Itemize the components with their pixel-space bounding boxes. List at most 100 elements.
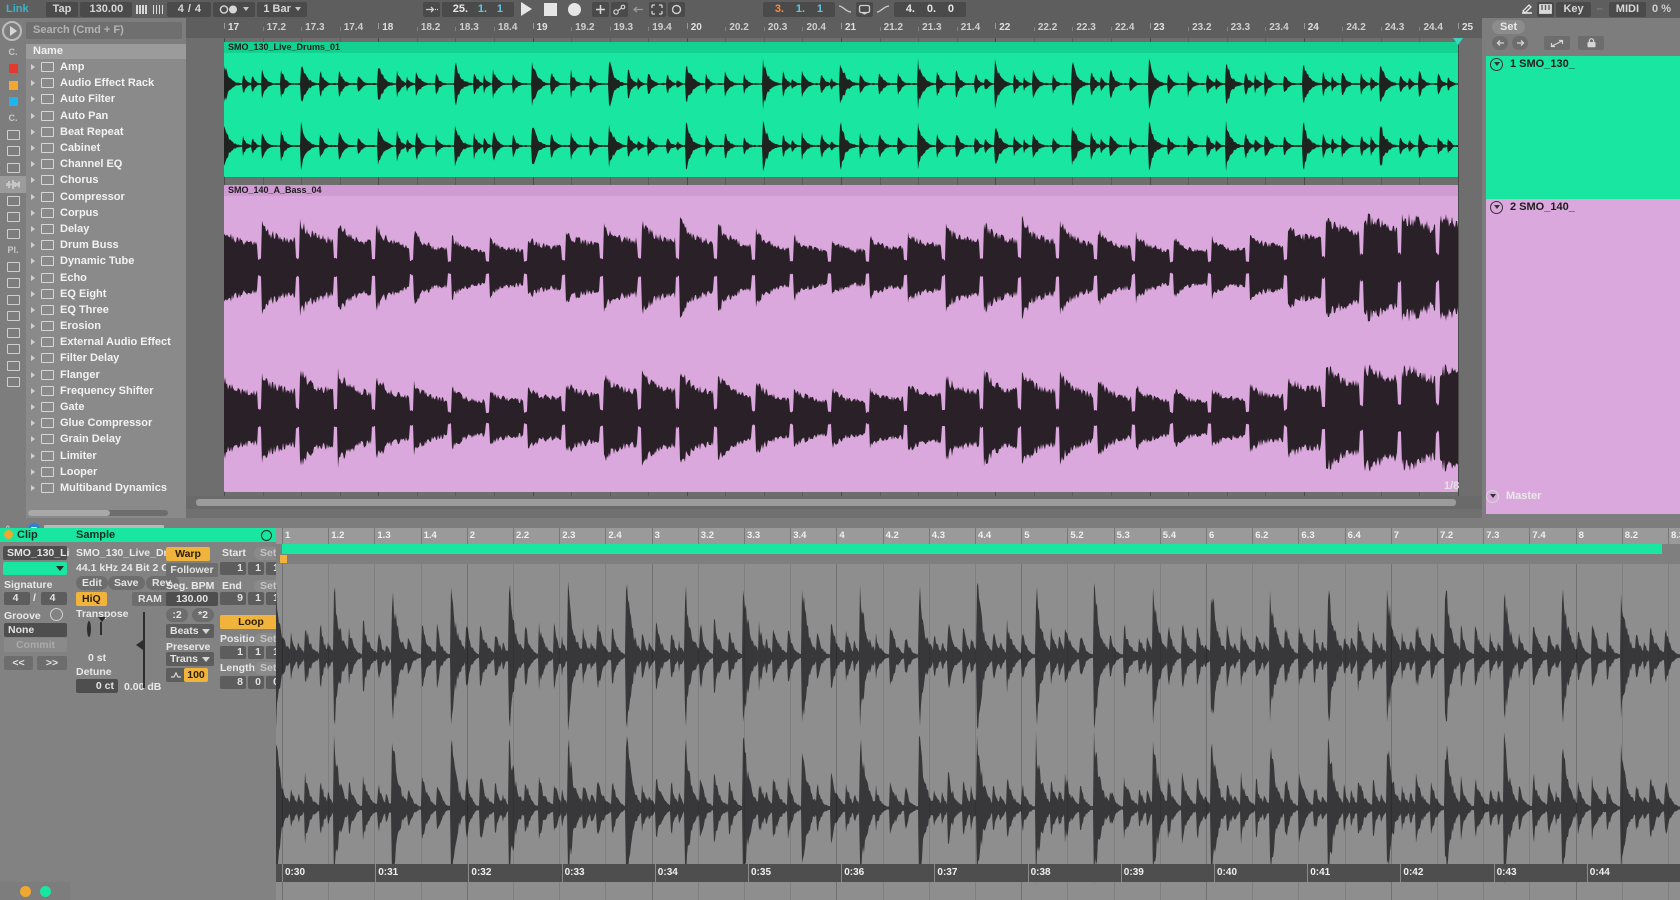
add-folder-icon[interactable] bbox=[0, 374, 26, 391]
browser-item-corpus[interactable]: Corpus bbox=[26, 205, 186, 221]
browser-item-external-audio-effect[interactable]: External Audio Effect bbox=[26, 334, 186, 350]
link-button[interactable]: Link bbox=[0, 1, 35, 17]
expand-arrow-icon[interactable] bbox=[31, 371, 35, 378]
folder-icon-2[interactable] bbox=[0, 325, 26, 342]
prev-groove-button[interactable]: << bbox=[4, 656, 33, 670]
end-beats[interactable]: 1 bbox=[248, 592, 264, 605]
arrangement-position[interactable]: 25. 1. 1 bbox=[441, 1, 514, 17]
user-library-icon[interactable] bbox=[0, 275, 26, 292]
lock-icon[interactable] bbox=[1578, 36, 1604, 50]
track-1-header-row[interactable]: 1 SMO_130_ bbox=[1486, 56, 1680, 72]
loop-start-field[interactable]: 3. 1. 1 bbox=[762, 1, 835, 17]
browser-item-filter-delay[interactable]: Filter Delay bbox=[26, 350, 186, 366]
metronome-icon[interactable] bbox=[133, 2, 150, 17]
detune-value[interactable]: 0 ct bbox=[76, 679, 118, 693]
plus-capture-icon[interactable] bbox=[591, 1, 609, 17]
sample-file-name[interactable]: SMO_130_Live_Dru bbox=[76, 547, 174, 559]
browser-item-audio-effect-rack[interactable]: Audio Effect Rack bbox=[26, 75, 186, 91]
audio-effects-icon[interactable] bbox=[0, 176, 26, 193]
browser-item-eq-three[interactable]: EQ Three bbox=[26, 302, 186, 318]
fade-in-icon[interactable] bbox=[837, 2, 854, 17]
places-label[interactable]: Pl. bbox=[0, 242, 26, 259]
start-bars[interactable]: 1 bbox=[220, 562, 246, 575]
start-marker[interactable] bbox=[280, 555, 287, 563]
browser-item-erosion[interactable]: Erosion bbox=[26, 318, 186, 334]
expand-arrow-icon[interactable] bbox=[31, 436, 35, 443]
record-icon[interactable] bbox=[564, 1, 586, 17]
browser-item-eq-eight[interactable]: EQ Eight bbox=[26, 286, 186, 302]
browser-item-auto-pan[interactable]: Auto Pan bbox=[26, 108, 186, 124]
browser-item-gate[interactable]: Gate bbox=[26, 399, 186, 415]
halve-bpm-button[interactable]: :2 bbox=[166, 608, 188, 622]
expand-arrow-icon[interactable] bbox=[31, 404, 35, 411]
browser-item-auto-filter[interactable]: Auto Filter bbox=[26, 91, 186, 107]
browser-item-looper[interactable]: Looper bbox=[26, 464, 186, 480]
waveform-time-ruler[interactable]: 0:30 0:31 0:32 0:33 0:34 0:35 0:36 0:37 0:38 0:39… bbox=[276, 864, 1680, 882]
browser-item-multiband-dynamics[interactable]: Multiband Dynamics bbox=[26, 480, 186, 496]
fade-out-icon[interactable] bbox=[875, 2, 892, 17]
loop-button[interactable]: Loop bbox=[220, 615, 282, 629]
start-beats[interactable]: 1 bbox=[248, 562, 264, 575]
clip-color-dot[interactable] bbox=[4, 530, 13, 539]
computer-midi-keyboard-icon[interactable] bbox=[1537, 1, 1555, 17]
expand-arrow-icon[interactable] bbox=[31, 193, 35, 200]
drums-icon[interactable] bbox=[0, 143, 26, 160]
expand-arrow-icon[interactable] bbox=[31, 161, 35, 168]
midi-map-button[interactable]: MIDI bbox=[1608, 1, 1647, 17]
expand-arrow-icon[interactable] bbox=[31, 355, 35, 362]
expand-arrow-icon[interactable] bbox=[31, 64, 35, 71]
length-bars[interactable]: 8 bbox=[220, 676, 246, 689]
key-map-button[interactable]: Key bbox=[1556, 1, 1591, 17]
browser-item-echo[interactable]: Echo bbox=[26, 269, 186, 285]
clip-name-field[interactable]: SMO_130_Liv bbox=[3, 546, 75, 560]
audio-clip-drums[interactable]: SMO_130_Live_Drums_01 bbox=[224, 42, 1458, 177]
expand-arrow-icon[interactable] bbox=[31, 242, 35, 249]
time-signature-field[interactable]: 4 / 4 bbox=[167, 1, 212, 17]
track-fold-icon-1[interactable] bbox=[1490, 57, 1503, 71]
preserve-select[interactable]: Trans bbox=[166, 652, 214, 666]
clip-sig-denominator[interactable]: 4 bbox=[41, 592, 67, 605]
stop-icon[interactable] bbox=[540, 1, 562, 17]
draw-mode-icon[interactable] bbox=[1518, 2, 1535, 17]
arrangement-horizontal-scrollbar[interactable] bbox=[186, 496, 1482, 509]
color-swatch-red[interactable] bbox=[0, 61, 26, 78]
loop-region-icon[interactable] bbox=[648, 1, 666, 17]
browser-item-limiter[interactable]: Limiter bbox=[26, 448, 186, 464]
next-scene-icon[interactable] bbox=[1512, 36, 1528, 50]
master-track-label[interactable]: Master bbox=[1506, 490, 1541, 502]
quantization-value[interactable]: 1 Bar bbox=[257, 1, 307, 17]
position-beats[interactable]: 1 bbox=[248, 646, 264, 659]
track-1-name[interactable]: 1 SMO_130_ bbox=[1510, 58, 1575, 70]
groove-hot-swap-icon[interactable] bbox=[50, 608, 63, 621]
warp-button[interactable]: Warp bbox=[166, 547, 210, 561]
hiq-button[interactable]: HiQ bbox=[76, 592, 107, 606]
expand-arrow-icon[interactable] bbox=[31, 225, 35, 232]
expand-arrow-icon[interactable] bbox=[31, 387, 35, 394]
browser-item-compressor[interactable]: Compressor bbox=[26, 189, 186, 205]
resize-icon[interactable] bbox=[1544, 36, 1570, 50]
browser-item-channel-eq[interactable]: Channel EQ bbox=[26, 156, 186, 172]
midi-overdub-icon[interactable] bbox=[667, 1, 685, 17]
automation-arm-icon[interactable] bbox=[610, 1, 628, 17]
end-bars[interactable]: 9 bbox=[220, 592, 246, 605]
browser-item-drum-buss[interactable]: Drum Buss bbox=[26, 237, 186, 253]
expand-arrow-icon[interactable] bbox=[31, 306, 35, 313]
plug-ins-icon[interactable] bbox=[0, 226, 26, 243]
browser-horizontal-scrollbar[interactable] bbox=[28, 510, 168, 516]
groove-value[interactable]: None bbox=[4, 623, 67, 637]
color-swatch-blue[interactable] bbox=[0, 94, 26, 111]
expand-arrow-icon[interactable] bbox=[31, 128, 35, 135]
expand-arrow-icon[interactable] bbox=[31, 290, 35, 297]
record-quantization-icon[interactable] bbox=[213, 1, 256, 17]
browser-device-list[interactable]: Amp Audio Effect Rack Auto Filter Auto Pan B… bbox=[26, 59, 186, 514]
prev-scene-icon[interactable] bbox=[1492, 36, 1508, 50]
expand-arrow-icon[interactable] bbox=[31, 177, 35, 184]
expand-arrow-icon[interactable] bbox=[31, 258, 35, 265]
arrangement-ruler[interactable]: 17 17.2 17.3 17.4 18 18.2 18.3 18.4 19 19.2 19.3 19… bbox=[186, 18, 1482, 38]
expand-arrow-icon[interactable] bbox=[31, 323, 35, 330]
expand-arrow-icon[interactable] bbox=[31, 484, 35, 491]
loop-length-field[interactable]: 4. 0. 0 bbox=[893, 1, 966, 17]
gain-slider[interactable] bbox=[143, 612, 145, 688]
clip-sig-numerator[interactable]: 4 bbox=[4, 592, 30, 605]
sounds-icon[interactable] bbox=[0, 127, 26, 144]
